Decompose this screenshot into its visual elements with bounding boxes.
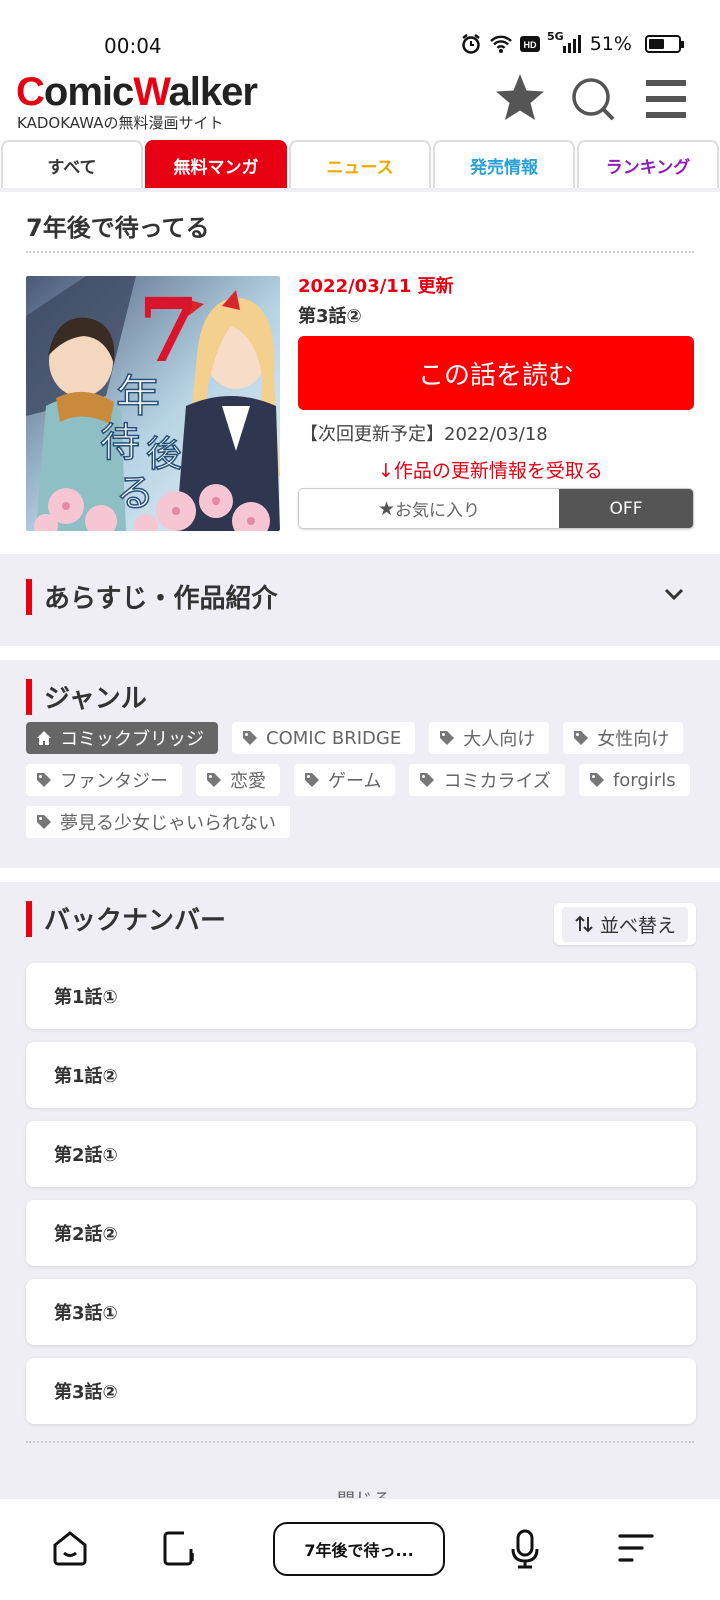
svg-text:待: 待 (100, 420, 140, 466)
cover-image: 7 年 待 後 る (26, 276, 280, 531)
genre-tags: コミックブリッジ COMIC BRIDGE 大人向け 女性向け ファンタジー 恋… (26, 722, 706, 838)
episode-list: 第1話① 第1話② 第2話① 第2話② 第3話① 第3話② (26, 963, 696, 1437)
genre-tag[interactable]: 大人向け (429, 722, 550, 754)
search-icon[interactable] (570, 76, 616, 122)
tabs-icon[interactable] (161, 1529, 199, 1567)
site-tagline: KADOKAWAの無料漫画サイト (17, 114, 224, 132)
episode-item[interactable]: 第3話① (26, 1279, 696, 1345)
episode-item[interactable]: 第1話② (26, 1042, 696, 1108)
tag-icon (574, 731, 589, 745)
status-time: 00:04 (104, 34, 162, 58)
menu-icon[interactable] (646, 80, 686, 118)
menu-lines-icon[interactable] (618, 1533, 654, 1563)
tag-icon (589, 773, 604, 787)
status-bar: 00:04 HD 5G 51% (0, 0, 720, 70)
favorite-toggle[interactable]: ★ お気に入り OFF (298, 488, 694, 529)
tag-icon (440, 731, 455, 745)
episode-item[interactable]: 第2話① (26, 1121, 696, 1187)
star-small-icon: ★ (377, 497, 396, 520)
tag-icon (243, 731, 257, 745)
genre-heading: ジャンル (26, 678, 147, 715)
latest-episode: 第3話② (298, 306, 362, 327)
status-icons: HD 5G 51% (460, 30, 684, 55)
genre-tag[interactable]: 夢見る少女じゃいられない (26, 806, 290, 838)
home-icon[interactable] (51, 1529, 89, 1567)
genre-tag[interactable]: ゲーム (294, 764, 396, 796)
microphone-icon[interactable] (510, 1529, 540, 1569)
read-episode-button[interactable]: この話を読む (298, 336, 694, 410)
hd-icon: HD (520, 36, 540, 52)
tag-icon (37, 815, 51, 829)
favorite-state[interactable]: OFF (559, 489, 693, 528)
divider (26, 251, 694, 253)
tab-free-manga[interactable]: 無料マンガ (145, 140, 287, 188)
genre-tag[interactable]: forgirls (578, 764, 690, 796)
tab-release-info[interactable]: 発売情報 (433, 140, 575, 188)
svg-text:7: 7 (138, 278, 199, 382)
genre-tag[interactable]: 女性向け (563, 722, 684, 754)
tag-icon (207, 773, 221, 787)
favorite-label-area[interactable]: ★ お気に入り (299, 489, 559, 528)
backnumber-heading: バックナンバー (26, 900, 226, 937)
genre-tag-label[interactable]: コミックブリッジ (26, 722, 218, 754)
svg-text:る: る (116, 471, 154, 515)
tab-ranking[interactable]: ランキング (577, 140, 719, 188)
site-header: ComicWalker KADOKAWAの無料漫画サイト (0, 70, 720, 140)
battery-percent: 51% (589, 33, 632, 55)
update-date: 2022/03/11 更新 (298, 276, 454, 297)
episode-item[interactable]: 第2話② (26, 1200, 696, 1266)
episode-item[interactable]: 第1話① (26, 963, 696, 1029)
home-icon (37, 731, 51, 745)
svg-text:後: 後 (146, 434, 182, 475)
divider (26, 1441, 694, 1443)
synopsis-heading: あらすじ・作品紹介 (26, 578, 277, 615)
update-notify-link[interactable]: ↓作品の更新情報を受取る (378, 456, 603, 483)
network-type: 5G (547, 30, 564, 43)
tab-all[interactable]: すべて (1, 140, 143, 188)
star-icon[interactable] (494, 72, 546, 122)
svg-text:年: 年 (116, 371, 160, 422)
synopsis-section[interactable]: あらすじ・作品紹介 (0, 554, 720, 646)
tag-icon (37, 773, 51, 787)
work-title: 7年後で待ってる (26, 214, 210, 242)
tag-icon (305, 773, 319, 787)
battery-icon (644, 35, 684, 53)
browser-bottom-bar: 7年後で待っ... (0, 1498, 720, 1600)
address-bar[interactable]: 7年後で待っ... (273, 1522, 445, 1576)
genre-tag[interactable]: コミカライズ (409, 764, 565, 796)
comicwalker-logo[interactable]: ComicWalker (16, 70, 258, 114)
episode-item[interactable]: 第3話② (26, 1358, 696, 1424)
next-update: 【次回更新予定】2022/03/18 (300, 424, 548, 445)
signal-icon (562, 35, 581, 53)
sort-icon (575, 915, 593, 933)
alarm-icon (462, 34, 480, 54)
sort-button[interactable]: 並べ替え (554, 903, 696, 945)
genre-tag[interactable]: COMIC BRIDGE (232, 722, 416, 754)
chevron-down-icon[interactable] (664, 588, 684, 602)
tag-icon (420, 773, 435, 787)
genre-tag[interactable]: 恋愛 (196, 764, 280, 796)
genre-tag[interactable]: ファンタジー (26, 764, 182, 796)
tab-news[interactable]: ニュース (289, 140, 431, 188)
svg-text:HD: HD (524, 40, 537, 50)
category-tabs: すべて 無料マンガ ニュース 発売情報 ランキング (0, 140, 720, 192)
wifi-icon (490, 35, 512, 53)
